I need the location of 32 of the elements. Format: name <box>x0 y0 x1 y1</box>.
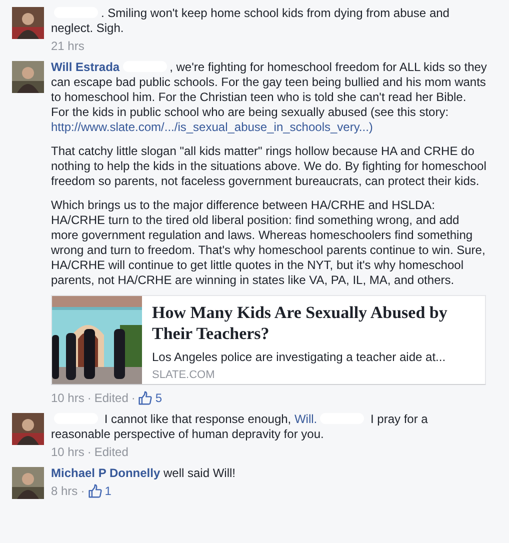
like-count[interactable]: 1 <box>104 484 112 498</box>
comment-text: . Smiling won't keep home school kids from dying from abuse and neglect. Sigh. <box>51 6 450 36</box>
timestamp[interactable]: 8 hrs <box>51 484 78 498</box>
thumbs-up-icon[interactable] <box>88 484 102 498</box>
author-link[interactable]: Michael P Donnelly <box>51 466 160 480</box>
timestamp[interactable]: 10 hrs <box>51 390 84 404</box>
separator-dot: · <box>87 390 92 404</box>
article-source: SLATE.COM <box>152 369 216 381</box>
separator-dot: · <box>80 484 85 498</box>
separator-dot: · <box>131 390 136 404</box>
avatar[interactable] <box>12 61 44 93</box>
timestamp[interactable]: 10 hrs <box>51 444 84 458</box>
link[interactable]: Will. <box>294 412 318 426</box>
edited-label[interactable]: Edited <box>94 444 128 458</box>
author-link[interactable]: Will Estrada <box>51 60 120 74</box>
comment-text: Michael P Donnelly well said Will! <box>51 466 237 481</box>
comment-text: Which brings us to the major difference between HA/CRHE and HSLDA: HA/CRHE turn to the tired old liberal position: find something wrong, and add more government regulation and laws. Whereas homeschoolers find something wrong and turn to freedom. That's why homeschool parents continue to win. Sure, HA/CRHE will continue to get little quotes in the NYT, but it's why homeschool parents, not HA/CRHE are winning in states like VA, PA, IL, MA, and others. <box>51 198 486 288</box>
comment-text: I cannot like that response enough, Will. I pray for a reasonable perspective of human depravity for you. <box>51 412 429 442</box>
comment-text: That catchy little slogan "all kids matter" rings hollow because HA and CRHE do nothing to help the kids in the situations above. We do. By fighting for homeschool freedom so parents, not faceless government bureaucrats, can protect their kids. <box>51 144 487 189</box>
avatar[interactable] <box>12 413 44 445</box>
article-description: Los Angeles police are investigating a teacher aide at... <box>152 350 447 364</box>
link[interactable]: http://www.slate.com/.../is_sexual_abuse_in_schools_very...) <box>51 120 373 134</box>
article-title: How Many Kids Are Sexually Abused by Their Teachers? <box>152 302 448 344</box>
avatar[interactable] <box>12 467 44 499</box>
thumbs-up-icon[interactable] <box>138 390 152 404</box>
timestamp[interactable]: 21 hrs <box>51 38 84 52</box>
edited-label[interactable]: Edited <box>94 390 128 404</box>
comment-text: Will Estrada , we're fighting for homeschool freedom for ALL kids so they can escape bad public schools. For the gay teen being bullied and his mom wants to homeschool him. For the Christian teen who is told she can't read her Bible. For the kids in public school who are being sexually abused (see this story: http://www.slate.com/.../is_sexual_abuse_in_schools_very...) <box>51 60 487 135</box>
link-preview-card[interactable]: How Many Kids Are Sexually Abused by Their Teachers? Los Angeles police are investigating a teacher aide at... SLATE.COM <box>51 295 486 385</box>
avatar[interactable] <box>12 7 44 39</box>
separator-dot: · <box>87 444 92 458</box>
like-count[interactable]: 5 <box>155 390 162 404</box>
